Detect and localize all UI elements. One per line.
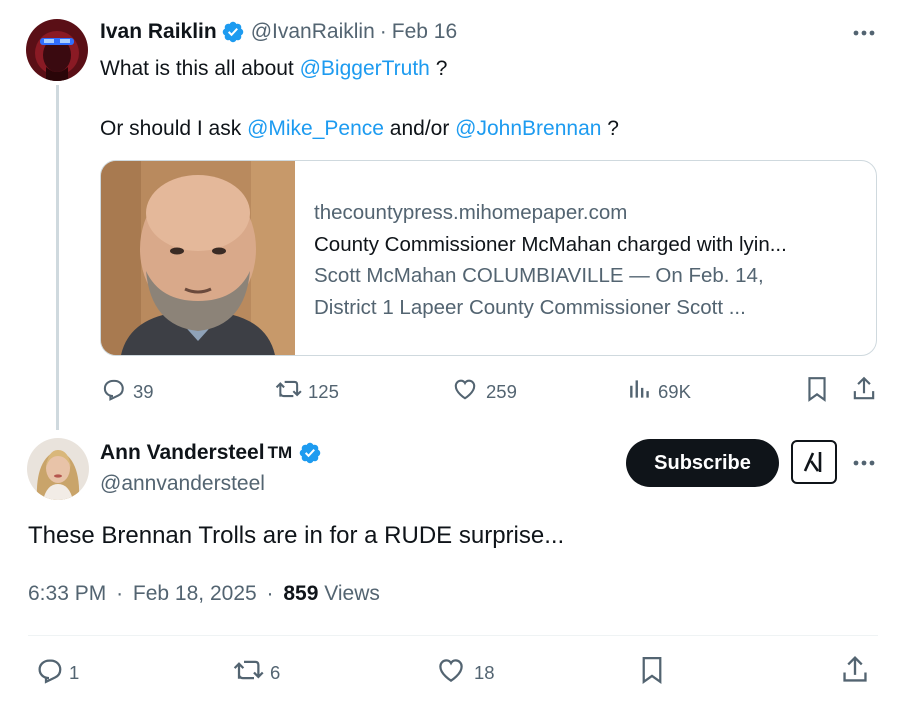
like-button[interactable]: 18	[436, 655, 495, 690]
tweet-date[interactable]: Feb 16	[392, 20, 457, 44]
text-segment: and/or	[383, 117, 456, 140]
reply-count: 39	[133, 380, 154, 402]
link-card[interactable]: thecountypress.mihomepaper.com County Co…	[100, 160, 877, 356]
mention-biggertruth[interactable]: @BiggerTruth	[300, 57, 430, 80]
subscribe-button[interactable]: Subscribe	[626, 439, 779, 487]
repost-count: 6	[270, 661, 281, 683]
text-segment: What is this all about	[100, 57, 300, 80]
author-handle[interactable]: @annvandersteel	[100, 472, 265, 496]
like-count: 18	[474, 661, 495, 683]
tweet-header: Ivan Raiklin @IvanRaiklin · Feb 16	[100, 20, 457, 44]
reply-text: These Brennan Trolls are in for a RUDE s…	[28, 522, 565, 549]
separator: ·	[266, 582, 274, 605]
tweet-time[interactable]: 6:33 PM	[28, 582, 106, 605]
like-icon	[436, 655, 466, 690]
separator: ·	[379, 20, 387, 43]
text-segment: Or should I ask	[100, 117, 248, 140]
views-button[interactable]: 69K	[628, 376, 691, 407]
card-description-line: District 1 Lapeer County Commissioner Sc…	[314, 295, 746, 319]
repost-button[interactable]: 6	[232, 655, 280, 690]
views-label: Views	[324, 582, 380, 605]
mention-mike-pence[interactable]: @Mike_Pence	[247, 117, 384, 140]
grok-icon[interactable]	[791, 440, 837, 484]
reply-icon	[100, 376, 126, 407]
tweet-date[interactable]: Feb 18, 2025	[133, 582, 257, 605]
card-text: thecountypress.mihomepaper.com County Co…	[314, 197, 869, 323]
repost-icon	[274, 376, 304, 407]
avatar-ivan-raiklin[interactable]	[26, 19, 88, 81]
divider	[28, 635, 878, 636]
reply-count: 1	[69, 661, 80, 683]
repost-button[interactable]: 125	[274, 376, 339, 407]
text-segment: ?	[429, 57, 448, 80]
like-count: 259	[486, 380, 517, 402]
text-segment: ?	[601, 117, 619, 140]
reply-button[interactable]: 1	[34, 655, 79, 690]
author-name[interactable]: Ann Vandersteel	[100, 441, 265, 465]
bookmark-icon[interactable]	[639, 654, 665, 691]
more-icon[interactable]	[850, 450, 878, 476]
mention-johnbrennan[interactable]: @JohnBrennan	[455, 117, 601, 140]
thread-line	[56, 85, 59, 430]
card-domain: thecountypress.mihomepaper.com	[314, 201, 628, 224]
reply-icon	[34, 655, 64, 690]
share-icon[interactable]	[840, 654, 870, 691]
share-icon[interactable]	[851, 375, 877, 408]
verified-badge-icon[interactable]	[221, 20, 245, 44]
author-name[interactable]: Ivan Raiklin	[100, 20, 217, 44]
like-button[interactable]: 259	[452, 376, 517, 407]
trademark-label: TM	[267, 443, 293, 462]
views-icon	[628, 376, 652, 407]
bookmark-icon[interactable]	[805, 375, 829, 408]
views-count: 69K	[658, 380, 691, 402]
author-handle[interactable]: @IvanRaiklin	[251, 20, 375, 44]
tweet-text: What is this all about @BiggerTruth ? Or…	[100, 54, 619, 143]
card-image[interactable]	[101, 161, 295, 355]
card-description-line: Scott McMahan COLUMBIAVILLE — On Feb. 14…	[314, 264, 764, 287]
views-count[interactable]: 859	[283, 582, 318, 605]
card-title: County Commissioner McMahan charged with…	[314, 232, 787, 256]
tweet-meta: 6:33 PM · Feb 18, 2025 · 859 Views	[28, 582, 380, 606]
avatar-ann-vandersteel[interactable]	[27, 438, 89, 500]
separator: ·	[116, 582, 124, 605]
verified-badge-icon[interactable]	[298, 441, 322, 465]
repost-icon	[232, 655, 266, 690]
reply-header: Ann Vandersteel TM	[100, 441, 328, 465]
like-icon	[452, 376, 478, 407]
reply-button[interactable]: 39	[100, 376, 154, 407]
repost-count: 125	[308, 380, 339, 402]
more-icon[interactable]	[850, 20, 878, 46]
